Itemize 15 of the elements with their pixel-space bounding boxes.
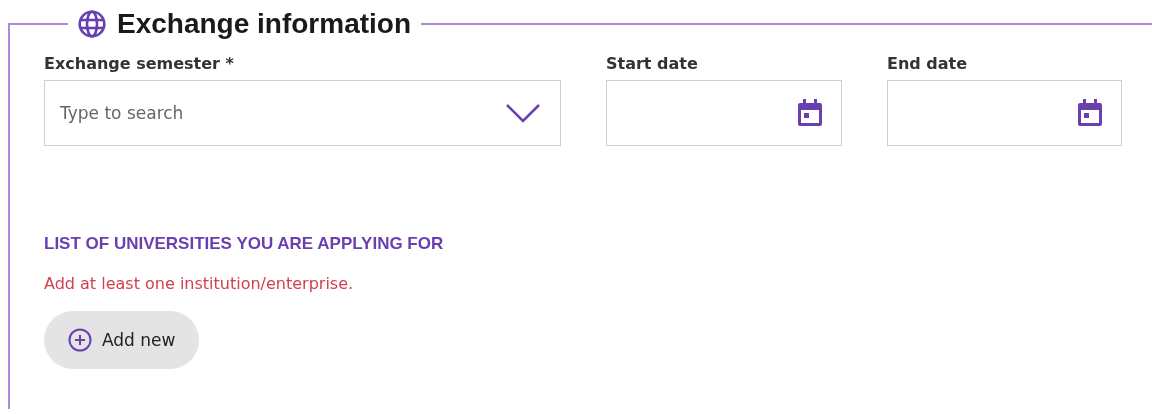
chevron-down-icon (506, 103, 540, 123)
field-label: Exchange semester * (44, 54, 235, 74)
add-new-button[interactable]: Add new (44, 311, 200, 369)
date-field[interactable] (887, 80, 1122, 146)
semester-select[interactable]: Type to search (44, 80, 561, 146)
field-label: Start date (606, 54, 699, 74)
globe-icon (78, 10, 106, 38)
date-field[interactable] (606, 80, 842, 146)
error-message: Add at least one institution/enterprise. (44, 274, 354, 293)
section-title: Exchange information (117, 8, 412, 40)
section-heading: LIST OF UNIVERSITIES YOU ARE APPLYING FOR (44, 234, 444, 254)
calendar-icon (797, 99, 823, 127)
calendar-icon (1077, 99, 1103, 127)
field-label: End date (887, 54, 969, 74)
plus-circle-icon (68, 328, 92, 352)
